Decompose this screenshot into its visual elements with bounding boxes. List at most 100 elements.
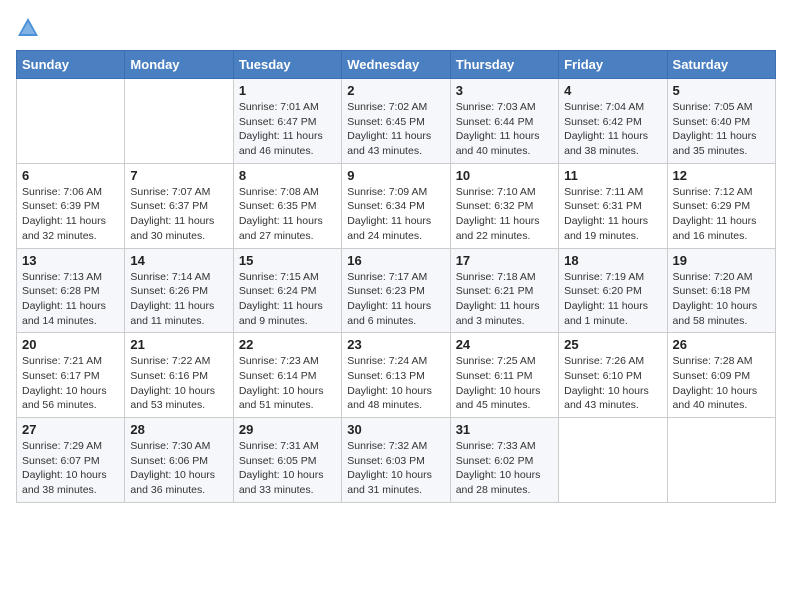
day-info: Sunrise: 7:29 AM Sunset: 6:07 PM Dayligh… [22, 439, 119, 498]
calendar-cell: 26 Sunrise: 7:28 AM Sunset: 6:09 PM Dayli… [667, 333, 775, 418]
day-number: 17 [456, 253, 553, 268]
calendar-cell: 11 Sunrise: 7:11 AM Sunset: 6:31 PM Dayli… [559, 163, 667, 248]
day-info: Sunrise: 7:19 AM Sunset: 6:20 PM Dayligh… [564, 270, 661, 329]
calendar-cell: 20Sunrise: 7:21 AM Sunset: 6:17 PM Dayli… [17, 333, 125, 418]
day-info: Sunrise: 7:04 AM Sunset: 6:42 PM Dayligh… [564, 100, 661, 159]
calendar-cell [667, 418, 775, 503]
day-number: 31 [456, 422, 553, 437]
day-info: Sunrise: 7:28 AM Sunset: 6:09 PM Dayligh… [673, 354, 770, 413]
calendar-cell: 9 Sunrise: 7:09 AM Sunset: 6:34 PM Daylig… [342, 163, 450, 248]
calendar-cell: 12 Sunrise: 7:12 AM Sunset: 6:29 PM Dayli… [667, 163, 775, 248]
day-info: Sunrise: 7:17 AM Sunset: 6:23 PM Dayligh… [347, 270, 444, 329]
calendar-cell: 7 Sunrise: 7:07 AM Sunset: 6:37 PM Daylig… [125, 163, 233, 248]
header-saturday: Saturday [667, 51, 775, 79]
calendar-week-row: 6 Sunrise: 7:06 AM Sunset: 6:39 PM Daylig… [17, 163, 776, 248]
header-thursday: Thursday [450, 51, 558, 79]
calendar-cell: 23 Sunrise: 7:24 AM Sunset: 6:13 PM Dayli… [342, 333, 450, 418]
day-number: 27 [22, 422, 119, 437]
day-number: 10 [456, 168, 553, 183]
calendar-cell: 30Sunrise: 7:32 AM Sunset: 6:03 PM Dayli… [342, 418, 450, 503]
day-info: Sunrise: 7:05 AM Sunset: 6:40 PM Dayligh… [673, 100, 770, 159]
day-number: 18 [564, 253, 661, 268]
calendar-cell: 29Sunrise: 7:31 AM Sunset: 6:05 PM Dayli… [233, 418, 341, 503]
calendar-cell [559, 418, 667, 503]
day-info: Sunrise: 7:07 AM Sunset: 6:37 PM Dayligh… [130, 185, 227, 244]
calendar-cell: 2 Sunrise: 7:02 AM Sunset: 6:45 PM Daylig… [342, 79, 450, 164]
calendar-week-row: 27 Sunrise: 7:29 AM Sunset: 6:07 PM Dayli… [17, 418, 776, 503]
day-number: 2 [347, 83, 444, 98]
day-number: 4 [564, 83, 661, 98]
calendar-cell: 25 Sunrise: 7:26 AM Sunset: 6:10 PM Dayli… [559, 333, 667, 418]
calendar-table: SundayMondayTuesdayWednesdayThursdayFrid… [16, 50, 776, 503]
calendar-cell: 5 Sunrise: 7:05 AM Sunset: 6:40 PM Daylig… [667, 79, 775, 164]
day-info: Sunrise: 7:02 AM Sunset: 6:45 PM Dayligh… [347, 100, 444, 159]
calendar-cell: 6 Sunrise: 7:06 AM Sunset: 6:39 PM Daylig… [17, 163, 125, 248]
day-info: Sunrise: 7:24 AM Sunset: 6:13 PM Dayligh… [347, 354, 444, 413]
calendar-cell: 10Sunrise: 7:10 AM Sunset: 6:32 PM Dayli… [450, 163, 558, 248]
calendar-week-row: 13 Sunrise: 7:13 AM Sunset: 6:28 PM Dayli… [17, 248, 776, 333]
logo-icon [16, 16, 40, 40]
day-number: 20 [22, 337, 119, 352]
day-number: 8 [239, 168, 336, 183]
day-number: 5 [673, 83, 770, 98]
logo [16, 16, 42, 40]
day-info: Sunrise: 7:23 AM Sunset: 6:14 PM Dayligh… [239, 354, 336, 413]
header-tuesday: Tuesday [233, 51, 341, 79]
day-info: Sunrise: 7:15 AM Sunset: 6:24 PM Dayligh… [239, 270, 336, 329]
day-info: Sunrise: 7:20 AM Sunset: 6:18 PM Dayligh… [673, 270, 770, 329]
day-number: 26 [673, 337, 770, 352]
header-sunday: Sunday [17, 51, 125, 79]
day-number: 22 [239, 337, 336, 352]
calendar-cell: 4 Sunrise: 7:04 AM Sunset: 6:42 PM Daylig… [559, 79, 667, 164]
day-info: Sunrise: 7:01 AM Sunset: 6:47 PM Dayligh… [239, 100, 336, 159]
calendar-header-row: SundayMondayTuesdayWednesdayThursdayFrid… [17, 51, 776, 79]
calendar-cell: 28 Sunrise: 7:30 AM Sunset: 6:06 PM Dayli… [125, 418, 233, 503]
page-header [16, 16, 776, 40]
day-number: 11 [564, 168, 661, 183]
calendar-cell: 16Sunrise: 7:17 AM Sunset: 6:23 PM Dayli… [342, 248, 450, 333]
day-info: Sunrise: 7:22 AM Sunset: 6:16 PM Dayligh… [130, 354, 227, 413]
day-number: 30 [347, 422, 444, 437]
calendar-cell: 8Sunrise: 7:08 AM Sunset: 6:35 PM Daylig… [233, 163, 341, 248]
calendar-cell: 18 Sunrise: 7:19 AM Sunset: 6:20 PM Dayli… [559, 248, 667, 333]
day-number: 28 [130, 422, 227, 437]
day-info: Sunrise: 7:18 AM Sunset: 6:21 PM Dayligh… [456, 270, 553, 329]
calendar-week-row: 1Sunrise: 7:01 AM Sunset: 6:47 PM Daylig… [17, 79, 776, 164]
calendar-week-row: 20Sunrise: 7:21 AM Sunset: 6:17 PM Dayli… [17, 333, 776, 418]
day-info: Sunrise: 7:33 AM Sunset: 6:02 PM Dayligh… [456, 439, 553, 498]
day-number: 14 [130, 253, 227, 268]
calendar-cell: 17 Sunrise: 7:18 AM Sunset: 6:21 PM Dayli… [450, 248, 558, 333]
day-number: 21 [130, 337, 227, 352]
day-info: Sunrise: 7:12 AM Sunset: 6:29 PM Dayligh… [673, 185, 770, 244]
day-number: 9 [347, 168, 444, 183]
day-info: Sunrise: 7:06 AM Sunset: 6:39 PM Dayligh… [22, 185, 119, 244]
day-number: 15 [239, 253, 336, 268]
day-number: 24 [456, 337, 553, 352]
day-number: 19 [673, 253, 770, 268]
day-info: Sunrise: 7:13 AM Sunset: 6:28 PM Dayligh… [22, 270, 119, 329]
calendar-cell: 13 Sunrise: 7:13 AM Sunset: 6:28 PM Dayli… [17, 248, 125, 333]
day-info: Sunrise: 7:09 AM Sunset: 6:34 PM Dayligh… [347, 185, 444, 244]
header-friday: Friday [559, 51, 667, 79]
day-number: 12 [673, 168, 770, 183]
calendar-cell: 14Sunrise: 7:14 AM Sunset: 6:26 PM Dayli… [125, 248, 233, 333]
day-info: Sunrise: 7:26 AM Sunset: 6:10 PM Dayligh… [564, 354, 661, 413]
day-number: 13 [22, 253, 119, 268]
day-number: 23 [347, 337, 444, 352]
calendar-cell: 27 Sunrise: 7:29 AM Sunset: 6:07 PM Dayli… [17, 418, 125, 503]
day-number: 6 [22, 168, 119, 183]
calendar-cell: 31 Sunrise: 7:33 AM Sunset: 6:02 PM Dayli… [450, 418, 558, 503]
calendar-cell [125, 79, 233, 164]
calendar-cell: 1Sunrise: 7:01 AM Sunset: 6:47 PM Daylig… [233, 79, 341, 164]
calendar-cell: 22 Sunrise: 7:23 AM Sunset: 6:14 PM Dayli… [233, 333, 341, 418]
calendar-cell [17, 79, 125, 164]
day-number: 29 [239, 422, 336, 437]
calendar-cell: 21 Sunrise: 7:22 AM Sunset: 6:16 PM Dayli… [125, 333, 233, 418]
header-monday: Monday [125, 51, 233, 79]
day-number: 7 [130, 168, 227, 183]
day-info: Sunrise: 7:11 AM Sunset: 6:31 PM Dayligh… [564, 185, 661, 244]
day-number: 25 [564, 337, 661, 352]
calendar-cell: 15 Sunrise: 7:15 AM Sunset: 6:24 PM Dayli… [233, 248, 341, 333]
day-number: 3 [456, 83, 553, 98]
day-info: Sunrise: 7:30 AM Sunset: 6:06 PM Dayligh… [130, 439, 227, 498]
